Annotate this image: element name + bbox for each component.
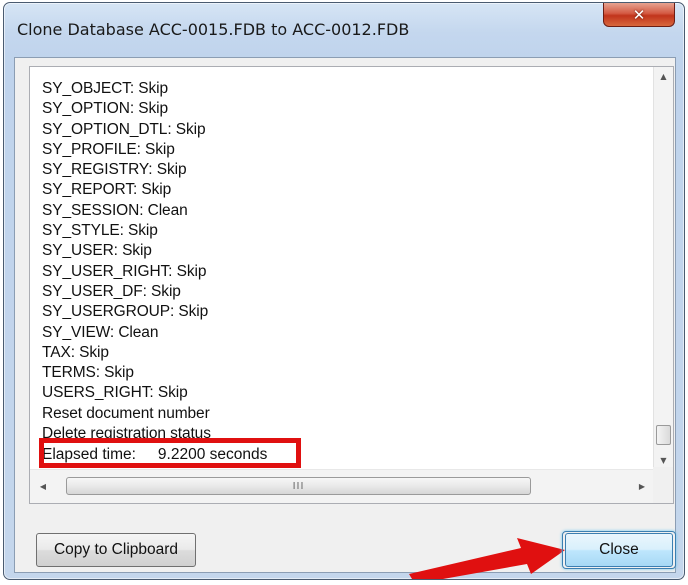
log-line: Reset document number xyxy=(42,404,210,422)
log-line: TAX: Skip xyxy=(42,343,109,361)
close-button[interactable]: Close xyxy=(565,533,673,567)
log-line: SY_STYLE: Skip xyxy=(42,222,158,240)
log-line: SY_PROFILE: Skip xyxy=(42,140,175,158)
vertical-scrollbar[interactable]: ▲ ▼ xyxy=(653,67,673,469)
window-title: Clone Database ACC-0015.FDB to ACC-0012.… xyxy=(17,20,410,39)
horizontal-scroll-thumb[interactable]: III xyxy=(66,477,531,495)
log-line: SY_REPORT: Skip xyxy=(42,181,172,199)
scroll-left-icon[interactable]: ◀ xyxy=(34,470,52,503)
scrollbar-corner xyxy=(653,467,673,503)
window-close-button[interactable]: ✕ xyxy=(603,3,675,27)
horizontal-scrollbar[interactable]: ◀ III ▶ xyxy=(30,469,653,503)
close-button-focus-ring: Close xyxy=(562,531,676,569)
dialog-window: Clone Database ACC-0015.FDB to ACC-0012.… xyxy=(3,2,685,580)
log-line: SY_SESSION: Clean xyxy=(42,201,188,219)
log-line: SY_OPTION: Skip xyxy=(42,100,168,118)
log-line: SY_USER_RIGHT: Skip xyxy=(42,262,207,280)
copy-to-clipboard-button[interactable]: Copy to Clipboard xyxy=(36,533,196,567)
log-line: SY_REGISTRY: Skip xyxy=(42,161,187,179)
log-line: TERMS: Skip xyxy=(42,364,134,382)
dialog-client-area: SY_OBJECT: Skip SY_OPTION: Skip SY_OPTIO… xyxy=(14,57,676,579)
log-line: SY_OBJECT: Skip xyxy=(42,80,168,97)
close-icon: ✕ xyxy=(632,5,646,24)
log-line: USERS_RIGHT: Skip xyxy=(42,384,188,402)
log-output-box[interactable]: SY_OBJECT: Skip SY_OPTION: Skip SY_OPTIO… xyxy=(29,66,674,504)
scroll-right-icon[interactable]: ▶ xyxy=(633,470,651,503)
log-line: SY_VIEW: Clean xyxy=(42,323,159,341)
elapsed-time-highlight-box xyxy=(39,438,301,468)
log-line: SY_USER: Skip xyxy=(42,242,152,260)
log-line: SY_USERGROUP: Skip xyxy=(42,303,209,321)
red-arrow-annotation xyxy=(409,538,565,579)
vertical-scroll-thumb[interactable] xyxy=(656,425,671,445)
log-lines: SY_OBJECT: Skip SY_OPTION: Skip SY_OPTIO… xyxy=(42,79,211,444)
log-line: SY_USER_DF: Skip xyxy=(42,282,181,300)
log-line: SY_OPTION_DTL: Skip xyxy=(42,120,206,138)
scroll-grip-icon: III xyxy=(292,481,305,492)
red-arrow-shape xyxy=(409,538,565,579)
scroll-up-icon[interactable]: ▲ xyxy=(654,67,673,85)
